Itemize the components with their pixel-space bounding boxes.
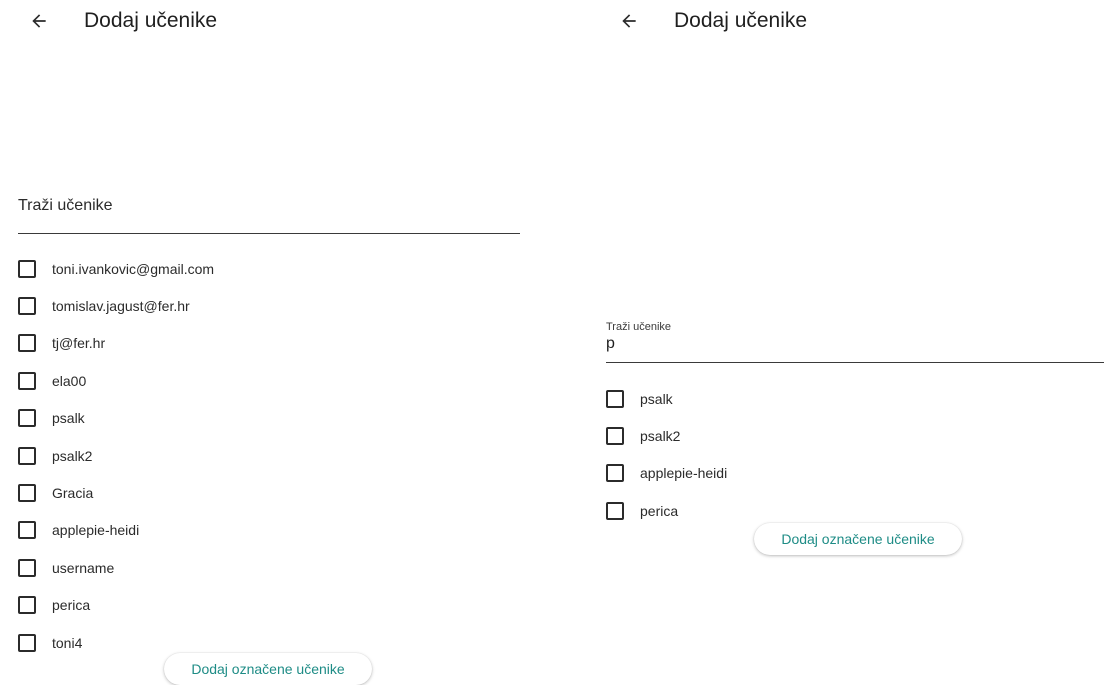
checkbox-unchecked-icon[interactable] <box>18 446 36 465</box>
checkbox-unchecked-icon[interactable] <box>18 633 36 652</box>
student-label: applepie-heidi <box>640 465 728 482</box>
checkbox-unchecked-icon[interactable] <box>18 484 36 503</box>
checkbox-unchecked-icon[interactable] <box>18 334 36 353</box>
search-placeholder: Traži učenike <box>18 197 113 214</box>
student-item[interactable]: psalk2 <box>18 437 214 474</box>
student-label: tj@fer.hr <box>52 335 106 352</box>
student-label: psalk2 <box>640 428 681 445</box>
page-title: Dodaj učenike <box>674 9 808 32</box>
student-item[interactable]: ela00 <box>18 362 214 399</box>
student-label: toni.ivankovic@gmail.com <box>52 260 215 277</box>
checkbox-unchecked-icon[interactable] <box>18 409 36 428</box>
student-item[interactable]: toni.ivankovic@gmail.com <box>18 250 214 287</box>
student-item[interactable]: username <box>18 549 214 586</box>
checkbox-unchecked-icon[interactable] <box>606 501 624 520</box>
page-title: Dodaj učenike <box>84 9 218 32</box>
student-list: toni.ivankovic@gmail.com tomislav.jagust… <box>18 250 214 661</box>
student-item[interactable]: perica <box>606 492 727 529</box>
student-item[interactable]: psalk <box>18 400 214 437</box>
student-item[interactable]: psalk <box>606 380 727 417</box>
student-item[interactable]: perica <box>18 587 214 624</box>
checkbox-unchecked-icon[interactable] <box>18 297 36 316</box>
add-selected-students-button[interactable]: Dodaj označene učenike <box>164 653 372 685</box>
search-input[interactable]: Traži učenike <box>18 197 520 234</box>
student-label: psalk <box>640 390 673 407</box>
student-label: ela00 <box>52 372 87 389</box>
student-item[interactable]: tomislav.jagust@fer.hr <box>18 287 214 324</box>
student-label: toni4 <box>52 634 83 651</box>
arrow-back-icon <box>622 14 636 28</box>
checkbox-unchecked-icon[interactable] <box>18 558 36 577</box>
add-students-screen-filtered: Dodaj učenike Traži učenike p psalk psal… <box>590 0 1104 684</box>
search-label: Traži učenike <box>606 321 672 333</box>
student-label: perica <box>52 597 91 614</box>
student-label: psalk2 <box>52 447 93 464</box>
student-item[interactable]: tj@fer.hr <box>18 325 214 362</box>
student-item[interactable]: applepie-heidi <box>606 455 727 492</box>
student-item[interactable]: psalk2 <box>606 417 727 454</box>
checkbox-unchecked-icon[interactable] <box>18 596 36 615</box>
checkbox-unchecked-icon[interactable] <box>18 521 36 540</box>
back-button[interactable] <box>614 6 644 36</box>
student-label: perica <box>640 502 679 519</box>
add-students-screen-full: Dodaj učenike Traži učenike toni.ivankov… <box>0 0 552 685</box>
student-label: applepie-heidi <box>52 522 140 539</box>
student-label: tomislav.jagust@fer.hr <box>52 298 190 315</box>
search-input[interactable]: Traži učenike p <box>606 321 1104 363</box>
search-value[interactable]: p <box>606 335 1104 353</box>
checkbox-unchecked-icon[interactable] <box>606 427 624 446</box>
checkbox-unchecked-icon[interactable] <box>606 464 624 483</box>
checkbox-unchecked-icon[interactable] <box>18 259 36 278</box>
checkbox-unchecked-icon[interactable] <box>18 371 36 390</box>
student-label: username <box>52 559 115 576</box>
arrow-back-icon <box>32 14 46 28</box>
student-list: psalk psalk2 applepie-heidi perica <box>606 380 727 530</box>
student-item[interactable]: applepie-heidi <box>18 512 214 549</box>
student-item[interactable]: Gracia <box>18 474 214 511</box>
student-label: Gracia <box>52 485 94 502</box>
checkbox-unchecked-icon[interactable] <box>606 389 624 408</box>
student-label: psalk <box>52 410 85 427</box>
add-selected-students-button[interactable]: Dodaj označene učenike <box>754 523 962 555</box>
back-button[interactable] <box>24 6 54 36</box>
